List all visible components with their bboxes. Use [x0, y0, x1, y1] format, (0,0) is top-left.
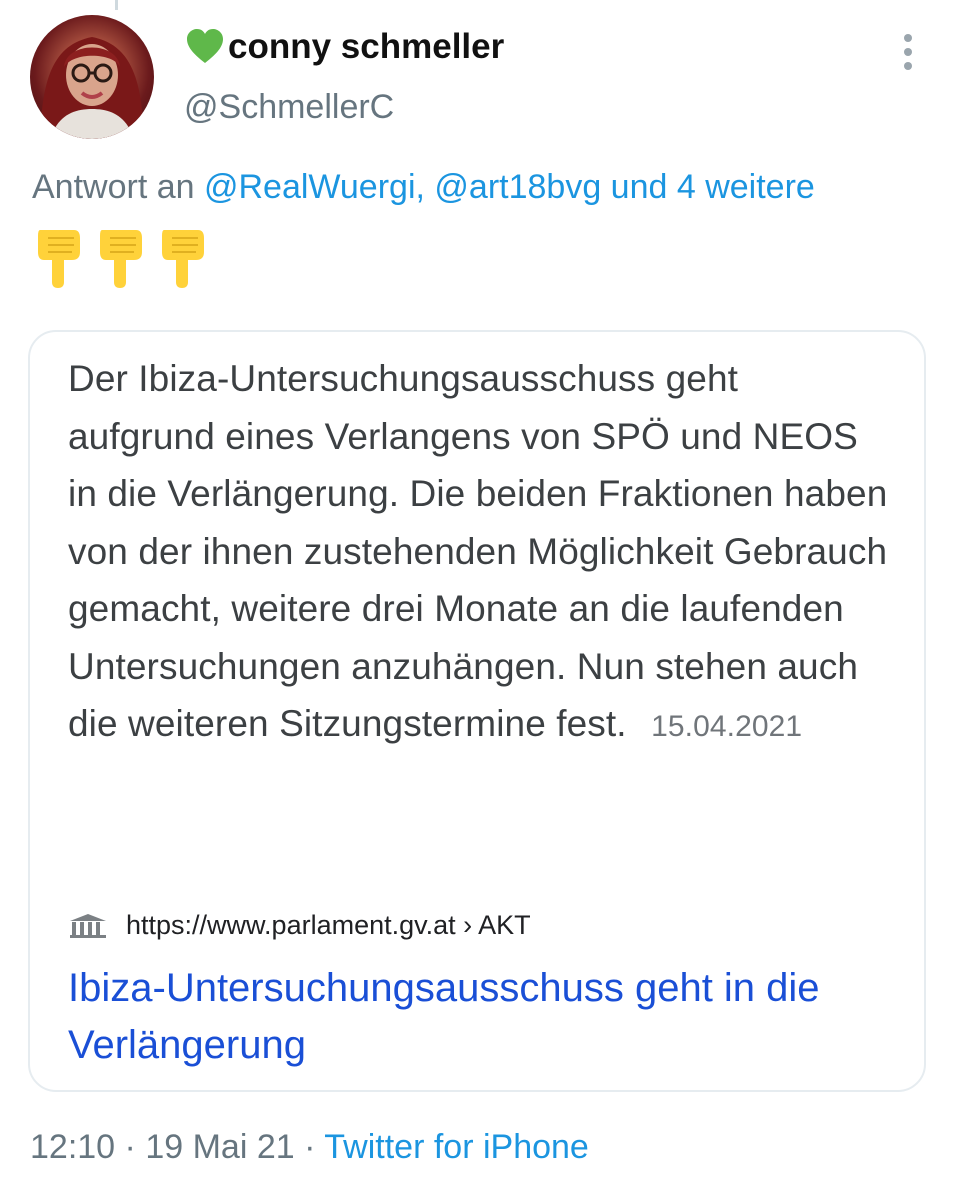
more-dot — [904, 62, 912, 70]
tweet-time: 12:10 — [30, 1128, 116, 1166]
author-handle[interactable]: @SchmellerC — [184, 88, 394, 127]
meta-separator: · — [304, 1128, 316, 1166]
result-title-link: Ibiza-Untersuchungsausschuss geht in die… — [68, 966, 820, 1067]
avatar[interactable] — [30, 15, 154, 139]
pointing-down-icon — [162, 230, 204, 288]
author-display-name: conny schmeller — [228, 27, 505, 66]
tweet-meta: 12:10 · 19 Mai 21 · Twitter for iPhone — [30, 1128, 589, 1167]
parliament-building-icon — [70, 913, 106, 938]
more-dot — [904, 48, 912, 56]
pointing-down-icon — [38, 230, 80, 288]
reply-prefix: Antwort an — [32, 168, 195, 206]
reply-context: Antwort an @RealWuergi, @art18bvg und 4 … — [32, 168, 815, 207]
pointing-down-icon — [100, 230, 142, 288]
green-heart-icon — [187, 29, 223, 63]
more-dot — [904, 34, 912, 42]
result-snippet: Der Ibiza-Untersuchungsausschuss geht au… — [68, 350, 888, 756]
snippet-text: Der Ibiza-Untersuchungsausschuss geht au… — [68, 358, 888, 744]
avatar-portrait — [40, 37, 144, 139]
reply-mentions-link[interactable]: @RealWuergi, @art18bvg und 4 weitere — [204, 168, 815, 206]
thread-connector-line — [115, 0, 118, 10]
tweet-client-link[interactable]: Twitter for iPhone — [324, 1128, 589, 1166]
meta-separator: · — [124, 1128, 136, 1166]
result-source-url: https://www.parlament.gv.at › AKT — [126, 910, 531, 940]
snippet-date: 15.04.2021 — [651, 710, 803, 743]
search-result-image-card[interactable]: Der Ibiza-Untersuchungsausschuss geht au… — [28, 330, 926, 1092]
more-options-icon[interactable] — [896, 34, 920, 70]
result-source-row: https://www.parlament.gv.at › AKT — [68, 910, 531, 941]
tweet-date: 19 Mai 21 — [145, 1128, 295, 1166]
author-name-row[interactable]: conny schmeller — [184, 26, 504, 68]
tweet-emoji-row — [34, 226, 208, 290]
